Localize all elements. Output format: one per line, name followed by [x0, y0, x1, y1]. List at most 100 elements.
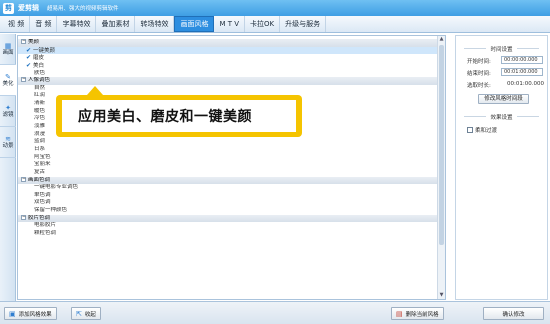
style-list-rows: − 美颜 ✔ 一键美颜 ✔ 磨皮 ✔ 美白 肤色 − 人像调色 自然 红润 清新 暖色 冷色 淡雅 浪漫 蓝调 日系阿… — [18, 39, 438, 238]
style-list: − 美颜 ✔ 一键美颜 ✔ 磨皮 ✔ 美白 肤色 − 人像调色 自然 红润 清新 暖色 冷色 淡雅 浪漫 蓝调 日系阿… — [17, 35, 446, 300]
collapse-button[interactable]: ⇱ 收起 — [71, 307, 101, 320]
category-row[interactable]: − 人像调色 — [18, 77, 438, 85]
collapse-label: 收起 — [84, 311, 96, 318]
modify-style-time-button[interactable]: 修改风格时间段 — [478, 94, 529, 104]
style-item-label: 阿宝色 — [34, 153, 51, 160]
delete-icon: ▤ — [396, 309, 403, 318]
style-item-label: 保留一种颜色 — [34, 207, 68, 214]
style-list-item[interactable]: ✔ 一键美颜 — [18, 46, 438, 55]
style-item-label: 一键美颜 — [33, 47, 56, 54]
checkmark-icon: ✔ — [26, 46, 32, 54]
scroll-down-icon[interactable]: ▼ — [438, 292, 445, 299]
sidetab-beautify[interactable]: ✎ 美化 — [0, 65, 16, 96]
collapse-toggle-icon[interactable]: − — [21, 39, 26, 44]
sidetab-label: 滤镜 — [2, 111, 14, 118]
style-item-label: 颗粒色调 — [34, 230, 57, 237]
duration-label: 选取时长: — [467, 83, 491, 89]
style-item-label: 双色调 — [34, 199, 51, 206]
filter-icon: ✦ — [5, 103, 11, 112]
style-item-label: 淡雅 — [34, 123, 46, 130]
category-row[interactable]: − 美颜 — [18, 39, 438, 47]
style-list-item[interactable]: 阿宝色 — [18, 154, 438, 162]
sidetab-picture[interactable]: ▦ 画面 — [0, 34, 16, 65]
sidetab-label: 动景 — [2, 142, 14, 149]
style-item-label: 肤色 — [34, 69, 46, 76]
menu-picture-style[interactable]: 画面风格 — [174, 16, 215, 32]
menu-transition-effects[interactable]: 转场特效 — [135, 16, 175, 32]
style-item-label: 红润 — [34, 92, 46, 99]
category-label: 人像调色 — [28, 77, 51, 84]
style-item-label: 一键电影专业调色 — [34, 184, 79, 191]
style-list-item[interactable]: 自然 — [18, 85, 438, 93]
style-list-item[interactable]: 单色调 — [18, 192, 438, 200]
style-item-label: 蓝调 — [34, 138, 46, 145]
collapse-toggle-icon[interactable]: − — [21, 176, 26, 182]
style-list-item[interactable]: 宝丽来 — [18, 161, 438, 169]
style-item-label: 宝丽来 — [34, 161, 51, 168]
list-scrollbar[interactable]: ▲ ▼ — [437, 36, 445, 299]
category-row[interactable]: − 画面色调 — [18, 176, 438, 185]
sidetab-motion[interactable]: ≋ 动景 — [0, 127, 16, 158]
confirm-modify-button[interactable]: 确认修改 — [483, 307, 544, 320]
menu-karaoke[interactable]: 卡拉OK — [245, 16, 281, 32]
sidetab-filter[interactable]: ✦ 滤镜 — [0, 96, 16, 127]
style-list-item[interactable]: ✔ 磨皮 — [18, 54, 438, 62]
delete-style-button[interactable]: ▤ 删除当前风格 — [391, 307, 444, 320]
add-style-button[interactable]: ▣ 添加风格效果 — [4, 307, 57, 320]
time-settings-title: 时间设置 — [456, 45, 547, 53]
add-style-label: 添加风格效果 — [18, 311, 52, 318]
category-row[interactable]: − 胶片色调 — [18, 214, 438, 223]
title-bar: 剪 爱剪辑 超易用、强大的视频剪辑软件 — [0, 0, 550, 16]
category-label: 美颜 — [28, 39, 40, 45]
app-slogan: 超易用、强大的视频剪辑软件 — [47, 6, 119, 12]
app-logo-icon: 剪 — [3, 2, 14, 14]
scroll-thumb[interactable] — [439, 45, 444, 245]
soft-transition-checkbox[interactable] — [467, 127, 473, 133]
style-item-label: 浪漫 — [34, 130, 46, 137]
style-list-item[interactable]: 蓝调 — [18, 138, 438, 146]
style-item-label: 单色调 — [34, 191, 51, 198]
menu-bar: 视 频 音 频 字幕特效 叠加素材 转场特效 画面风格 M T V 卡拉OK 升… — [0, 16, 550, 33]
style-list-item[interactable]: 一键电影专业调色 — [18, 184, 438, 192]
add-style-icon: ▣ — [9, 309, 16, 318]
side-tab-strip: ▦ 画面 ✎ 美化 ✦ 滤镜 ≋ 动景 — [0, 34, 16, 302]
style-item-label: 日系 — [34, 145, 46, 152]
menu-audio[interactable]: 音 频 — [30, 16, 58, 32]
motion-icon: ≋ — [5, 134, 11, 143]
soft-transition-label: 柔和过渡 — [475, 128, 498, 134]
style-list-item[interactable]: 电影胶片 — [18, 222, 438, 230]
style-list-item[interactable]: 肤色 — [18, 70, 438, 78]
callout-box: 应用美白、磨皮和一键美颜 — [62, 100, 296, 132]
style-list-item[interactable]: 复古 — [18, 169, 438, 177]
checkmark-icon: ✔ — [26, 54, 32, 62]
menu-mtv[interactable]: M T V — [214, 16, 246, 32]
style-list-item[interactable]: 日系 — [18, 146, 438, 154]
callout-annotation: 应用美白、磨皮和一键美颜 — [56, 86, 302, 137]
sidetab-label: 美化 — [2, 80, 14, 87]
menu-upgrade-service[interactable]: 升级与服务 — [280, 16, 327, 32]
start-time-input[interactable] — [501, 56, 543, 64]
style-list-item[interactable]: 双色调 — [18, 199, 438, 207]
menu-overlay-material[interactable]: 叠加素材 — [96, 16, 136, 32]
style-item-label: 美白 — [33, 62, 45, 69]
callout-text: 应用美白、磨皮和一键美颜 — [78, 109, 252, 125]
end-time-label: 结束时间: — [467, 71, 491, 77]
bottom-toolbar: ▣ 添加风格效果 ⇱ 收起 ▤ 删除当前风格 确认修改 — [0, 301, 550, 324]
menu-video[interactable]: 视 频 — [3, 16, 31, 32]
image-icon: ▦ — [4, 41, 12, 50]
style-list-item[interactable]: 颗粒色调 — [18, 230, 438, 238]
scroll-up-icon[interactable]: ▲ — [438, 36, 445, 43]
end-time-input[interactable] — [501, 68, 543, 76]
style-list-item[interactable]: 保留一种颜色 — [18, 207, 438, 215]
start-time-label: 开始时间: — [467, 59, 491, 65]
menu-subtitle-effects[interactable]: 字幕特效 — [57, 16, 97, 32]
collapse-toggle-icon[interactable]: − — [21, 214, 26, 220]
duration-value: 00:01:00.000 — [507, 81, 544, 87]
style-item-label: 复古 — [34, 168, 46, 175]
app-name: 爱剪辑 — [18, 4, 39, 12]
collapse-toggle-icon[interactable]: − — [21, 77, 26, 83]
collapse-icon: ⇱ — [76, 309, 82, 318]
style-list-item[interactable]: ✔ 美白 — [18, 62, 438, 70]
style-item-label: 电影胶片 — [34, 222, 57, 229]
soft-transition-option[interactable]: 柔和过渡 — [467, 126, 497, 134]
